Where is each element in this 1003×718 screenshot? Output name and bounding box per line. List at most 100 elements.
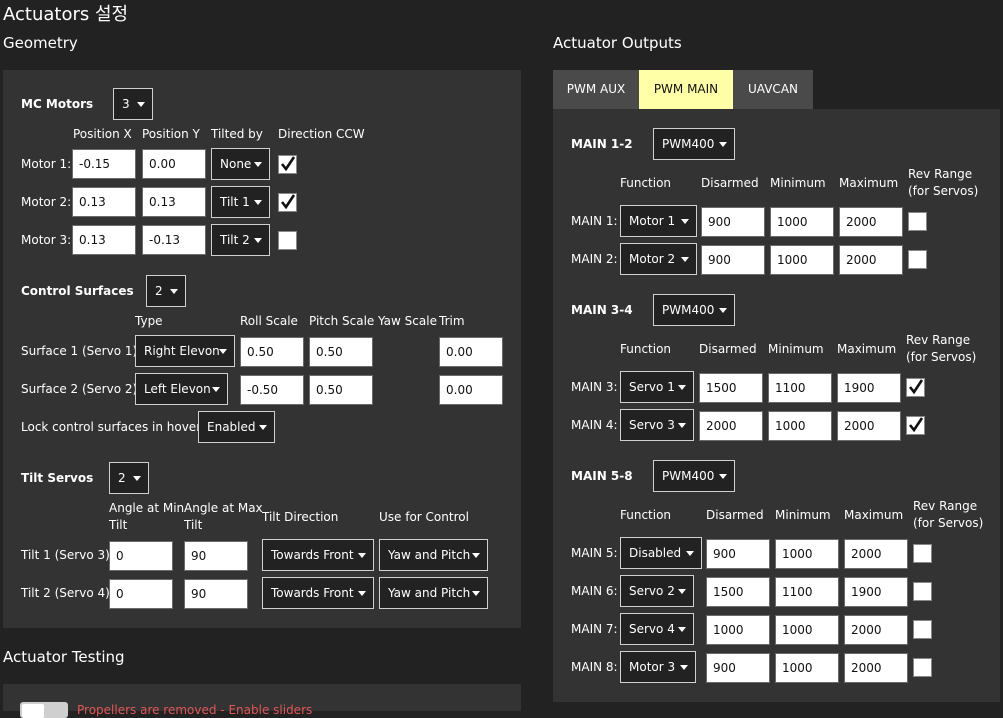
main-1-disarmed-input[interactable]: 900 <box>701 207 765 237</box>
main-3-minimum-input[interactable]: 1100 <box>768 373 832 403</box>
tab-pwm-main[interactable]: PWM MAIN <box>639 70 733 109</box>
main-3-maximum-input[interactable]: 1900 <box>837 373 901 403</box>
enable-sliders-toggle[interactable] <box>20 702 68 718</box>
main-8-function-select[interactable]: Motor 3 <box>620 651 696 683</box>
surface-2-pitch-scale-input[interactable]: 0.50 <box>309 375 373 405</box>
main-2-rev-range-checkbox[interactable] <box>908 250 927 269</box>
tilt-1-direction-select[interactable]: Towards Front <box>262 539 374 571</box>
main-4-minimum-input[interactable]: 1000 <box>768 411 832 441</box>
main-1-minimum-input[interactable]: 1000 <box>770 207 834 237</box>
main-7-rev-range-checkbox[interactable] <box>913 620 932 639</box>
main-1-function-select[interactable]: Motor 1 <box>620 205 697 237</box>
outputs-header-minimum: Minimum <box>770 176 826 190</box>
main-5-maximum-input[interactable]: 2000 <box>844 539 908 569</box>
main-7-maximum-input[interactable]: 2000 <box>844 615 908 645</box>
main-6-minimum-input[interactable]: 1100 <box>775 577 839 607</box>
main-5-rev-range-checkbox[interactable] <box>913 544 932 563</box>
tilt-1-label: Tilt 1 (Servo 3): <box>21 548 114 562</box>
tilt-1-control-select[interactable]: Yaw and Pitch <box>379 539 488 571</box>
motor-2-position-y-input[interactable]: 0.13 <box>142 187 206 217</box>
surface-1-trim-input[interactable]: 0.00 <box>439 337 503 367</box>
main-3-rev-range-checkbox[interactable] <box>906 378 925 397</box>
tilt-2-max-angle-input[interactable]: 90 <box>184 579 248 609</box>
chevron-down-icon <box>686 551 694 556</box>
main-4-rev-range-checkbox[interactable] <box>906 416 925 435</box>
chevron-down-icon <box>254 200 262 205</box>
tab-uavcan[interactable]: UAVCAN <box>733 70 813 109</box>
main-5-disarmed-input[interactable]: 900 <box>706 539 770 569</box>
tilt-1-max-angle-input[interactable]: 90 <box>184 541 248 571</box>
control-surfaces-count-select[interactable]: 2 <box>146 275 186 307</box>
surface-1-pitch-scale-input[interactable]: 0.50 <box>309 337 373 367</box>
tab-pwm-aux[interactable]: PWM AUX <box>553 70 639 109</box>
main-4-function-select[interactable]: Servo 3 <box>620 409 694 441</box>
main-7-minimum-input[interactable]: 1000 <box>775 615 839 645</box>
outputs-header-minimum: Minimum <box>775 508 831 522</box>
tilt-2-min-angle-input[interactable]: 0 <box>109 579 173 609</box>
chevron-down-icon <box>472 553 480 558</box>
group-main-3-4-rate-select[interactable]: PWM400 <box>653 294 735 326</box>
motor-1-position-x-input[interactable]: -0.15 <box>72 149 136 179</box>
chevron-down-icon <box>219 349 227 354</box>
motor-1-direction-ccw-checkbox[interactable] <box>278 155 297 174</box>
surface-2-trim-input[interactable]: 0.00 <box>439 375 503 405</box>
main-8-maximum-input[interactable]: 2000 <box>844 653 908 683</box>
tilt-servos-count-select[interactable]: 2 <box>109 462 149 494</box>
main-1-rev-range-checkbox[interactable] <box>908 212 927 231</box>
motor-2-tilted-by-select[interactable]: Tilt 1 <box>211 186 270 218</box>
surface-2-roll-scale-input[interactable]: -0.50 <box>240 375 304 405</box>
chevron-down-icon <box>133 476 141 481</box>
main-6-function-select[interactable]: Servo 2 <box>620 575 694 607</box>
page-title: Actuators 설정 <box>3 4 129 25</box>
main-4-label: MAIN 4: <box>571 418 618 432</box>
main-8-minimum-input[interactable]: 1000 <box>775 653 839 683</box>
surfaces-header-pitch-scale: Pitch Scale <box>309 314 375 328</box>
motor-3-tilted-by-select[interactable]: Tilt 2 <box>211 224 270 256</box>
checkmark-icon <box>280 156 296 172</box>
main-3-disarmed-input[interactable]: 1500 <box>699 373 763 403</box>
motor-1-position-y-input[interactable]: 0.00 <box>142 149 206 179</box>
main-6-maximum-input[interactable]: 1900 <box>844 577 908 607</box>
main-2-minimum-input[interactable]: 1000 <box>770 245 834 275</box>
surface-1-roll-scale-input[interactable]: 0.50 <box>240 337 304 367</box>
outputs-header-function: Function <box>620 176 672 190</box>
main-6-rev-range-checkbox[interactable] <box>913 582 932 601</box>
main-6-label: MAIN 6: <box>571 584 618 598</box>
tilt-2-control-select[interactable]: Yaw and Pitch <box>379 577 488 609</box>
mc-motors-count-select[interactable]: 3 <box>113 88 153 120</box>
motor-2-label: Motor 2: <box>21 195 72 209</box>
group-main-1-2-rate-select[interactable]: PWM400 <box>653 128 735 160</box>
main-5-minimum-input[interactable]: 1000 <box>775 539 839 569</box>
tilt-servos-label: Tilt Servos <box>21 471 94 485</box>
surfaces-header-trim: Trim <box>439 314 465 328</box>
motor-3-position-x-input[interactable]: 0.13 <box>72 225 136 255</box>
lock-surfaces-select[interactable]: Enabled <box>198 411 275 443</box>
group-main-5-8-rate-select[interactable]: PWM400 <box>653 460 735 492</box>
chevron-down-icon <box>472 591 480 596</box>
main-4-maximum-input[interactable]: 2000 <box>837 411 901 441</box>
chevron-down-icon <box>678 385 686 390</box>
main-2-disarmed-input[interactable]: 900 <box>701 245 765 275</box>
tilt-1-min-angle-input[interactable]: 0 <box>109 541 173 571</box>
motor-1-tilted-by-select[interactable]: None <box>211 148 270 180</box>
main-4-disarmed-input[interactable]: 2000 <box>699 411 763 441</box>
main-2-maximum-input[interactable]: 2000 <box>839 245 903 275</box>
surface-2-type-select[interactable]: Left Elevon <box>135 373 228 405</box>
tilt-2-direction-select[interactable]: Towards Front <box>262 577 374 609</box>
motor-3-direction-ccw-checkbox[interactable] <box>278 231 297 250</box>
motors-header-direction-ccw: Direction CCW <box>278 127 365 141</box>
main-5-function-select[interactable]: Disabled <box>620 537 702 569</box>
motor-2-direction-ccw-checkbox[interactable] <box>278 193 297 212</box>
main-6-disarmed-input[interactable]: 1500 <box>706 577 770 607</box>
main-2-function-select[interactable]: Motor 2 <box>620 243 697 275</box>
motor-2-position-x-input[interactable]: 0.13 <box>72 187 136 217</box>
main-1-maximum-input[interactable]: 2000 <box>839 207 903 237</box>
main-3-function-select[interactable]: Servo 1 <box>620 371 694 403</box>
main-8-disarmed-input[interactable]: 900 <box>706 653 770 683</box>
main-7-disarmed-input[interactable]: 1000 <box>706 615 770 645</box>
motor-3-position-y-input[interactable]: -0.13 <box>142 225 206 255</box>
surface-1-type-select[interactable]: Right Elevon <box>135 335 235 367</box>
main-8-rev-range-checkbox[interactable] <box>913 658 932 677</box>
main-7-function-select[interactable]: Servo 4 <box>620 613 694 645</box>
tilt-header-use-for-control: Use for Control <box>379 510 469 524</box>
